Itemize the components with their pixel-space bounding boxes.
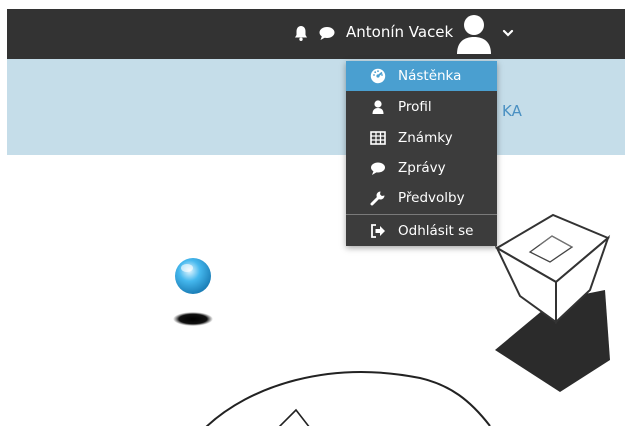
table-icon [370,131,386,145]
menu-item-profile[interactable]: Profil [346,92,497,122]
menu-item-logout[interactable]: Odhlásit se [346,216,497,246]
top-navbar: Antonín Vacek [7,9,625,59]
ball-shadow [173,312,213,326]
user-name[interactable]: Antonín Vacek [346,22,453,42]
menu-item-label: Odhlásit se [398,223,474,239]
blue-ball [175,258,211,294]
user-icon [372,100,384,114]
user-avatar-icon[interactable] [455,12,493,56]
dashboard-icon [370,68,386,84]
illustration [0,155,632,429]
page-banner: KA [7,59,625,155]
menu-divider [346,214,497,215]
menu-item-messages[interactable]: Zprávy [346,153,497,183]
user-dropdown-menu: Nástěnka Profil Známky Zprávy Předvolby [346,61,497,246]
menu-item-label: Známky [398,130,453,146]
sign-out-icon [371,224,385,238]
menu-item-label: Profil [398,99,432,115]
arc-line [204,371,491,429]
menu-item-label: Nástěnka [398,68,462,84]
menu-item-label: Předvolby [398,190,465,206]
menu-item-preferences[interactable]: Předvolby [346,183,497,213]
wrench-icon [370,191,385,206]
chat-icon [371,162,385,175]
menu-item-label: Zprávy [398,160,446,176]
abstract-illustration [173,213,611,429]
menu-item-dashboard[interactable]: Nástěnka [346,61,497,91]
bell-icon[interactable] [292,24,310,42]
chevron-down-icon[interactable] [501,26,515,40]
banner-text: KA [502,102,522,120]
chat-icon[interactable] [318,24,336,42]
menu-item-grades[interactable]: Známky [346,123,497,153]
